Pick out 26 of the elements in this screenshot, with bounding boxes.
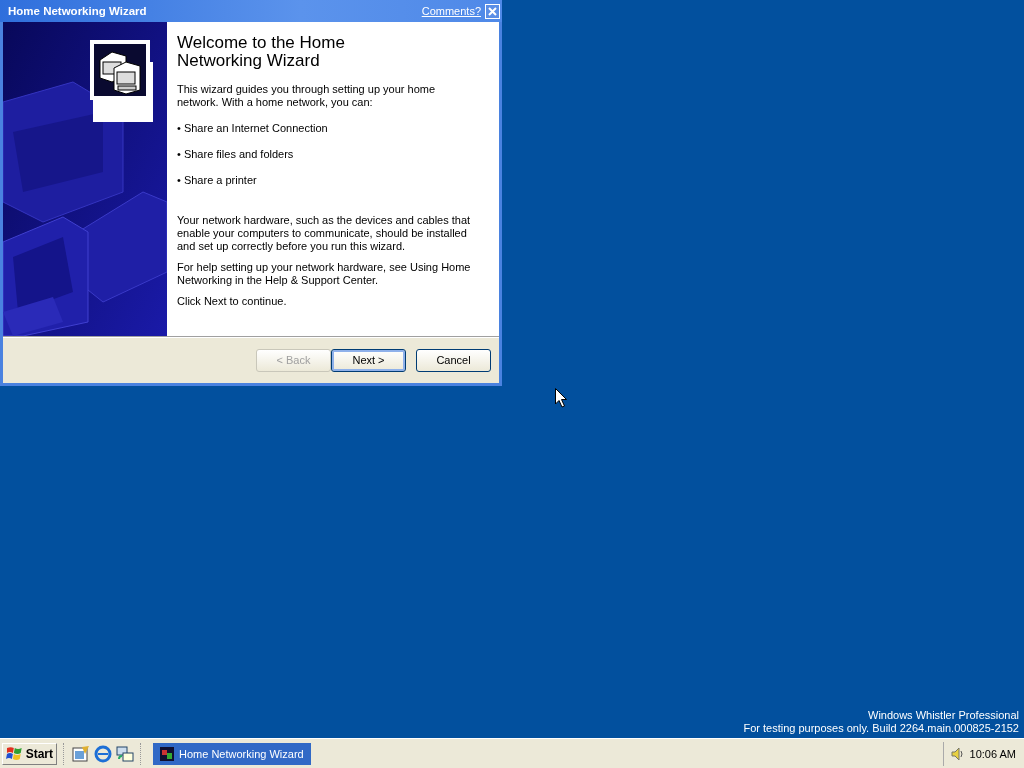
build-info-text: Windows Whistler Professional	[867, 709, 1019, 722]
clock: 10:06 AM	[969, 747, 1016, 760]
window-title: Home Networking Wizard	[8, 5, 148, 17]
wizard-button[interactable]: Next >	[331, 348, 406, 372]
info-text: Click Next to continue.	[177, 295, 288, 308]
build-info-text: For testing purposes only. Build 2264.main.000825-2152	[743, 722, 1019, 735]
taskbar-button[interactable]: Home Networking Wizard	[153, 742, 311, 765]
feature-item: • Share files and folders	[177, 148, 295, 161]
cursor-icon	[555, 388, 568, 408]
window-switch-icon[interactable]	[116, 744, 134, 763]
feature-item: • Share a printer	[177, 174, 258, 187]
wizard-heading: Welcome to the Home Networking Wizard	[177, 34, 346, 70]
browser-icon[interactable]	[94, 744, 112, 763]
feature-item: • Share an Internet Connection	[177, 122, 329, 135]
speaker-icon[interactable]	[949, 746, 964, 761]
windows-flag-icon	[6, 745, 24, 762]
info-text: Your network hardware, such as the devices and cables that enable your computers to communicate, should be installed and set up correctly before you run this wizard.	[177, 214, 472, 253]
start-button[interactable]: Start	[2, 742, 57, 765]
desktop-icon[interactable]	[72, 744, 90, 763]
info-text: For help setting up your network hardware, see Using Home Networking in the Help & Support Center.	[177, 261, 472, 287]
intro-text: This wizard guides you through setting up your home network. With a home network, you can:	[177, 83, 437, 109]
task-label: Home Networking Wizard	[179, 747, 304, 760]
wizard-button[interactable]: Cancel	[416, 348, 491, 372]
network-computers-icon	[160, 746, 174, 761]
network-computers-icon	[90, 40, 150, 100]
close-icon[interactable]	[485, 3, 500, 19]
